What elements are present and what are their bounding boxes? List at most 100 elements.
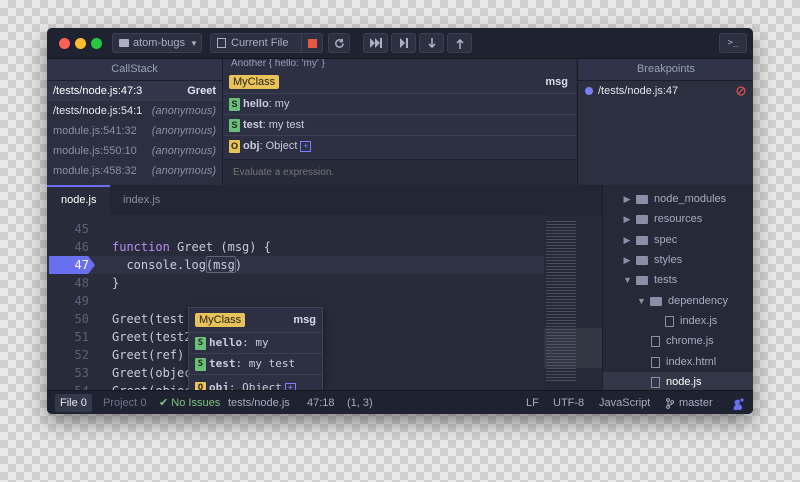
variable-inspector: Another { hello: 'my' } MyClass msg Shel… bbox=[223, 59, 576, 185]
class-badge: MyClass bbox=[195, 313, 246, 327]
cursor-position[interactable]: 47:18 bbox=[307, 391, 335, 414]
run-target-button[interactable]: Current File bbox=[210, 33, 306, 53]
callstack-row[interactable]: module.js:541:32 (anonymous) bbox=[47, 121, 222, 142]
expand-icon[interactable]: + bbox=[300, 140, 312, 152]
chevron-right-icon: ▶ bbox=[623, 255, 631, 265]
property-key: hello bbox=[209, 336, 243, 349]
class-badge: MyClass bbox=[229, 75, 280, 89]
code-editor[interactable]: 45 46 47 48 49 50 51 52 53 54 function G… bbox=[47, 215, 602, 390]
hover-header-row[interactable]: MyClass msg bbox=[189, 308, 322, 333]
property-key: hello bbox=[243, 98, 269, 110]
folder-icon bbox=[636, 255, 648, 265]
line-ending-selector[interactable]: LF bbox=[526, 391, 539, 414]
continue-button[interactable] bbox=[363, 33, 388, 53]
chevron-down-icon: ▼ bbox=[189, 38, 198, 48]
breakpoint-location: /tests/node.js:47 bbox=[598, 85, 679, 97]
string-type-icon: S bbox=[195, 336, 206, 350]
file-path[interactable]: tests/node.js bbox=[228, 391, 290, 414]
code-line: function Greet (msg) { bbox=[112, 238, 271, 256]
minimize-window-button[interactable] bbox=[75, 38, 86, 49]
fast-forward-icon bbox=[369, 38, 382, 48]
string-type-icon: S bbox=[229, 97, 240, 111]
breakpoint-item[interactable]: /tests/node.js:47 bbox=[578, 81, 753, 101]
inspector-property-row[interactable]: Oobj: Object + bbox=[223, 136, 576, 156]
selection-count: (1, 3) bbox=[347, 397, 373, 409]
file-issues-tab[interactable]: File 0 bbox=[55, 394, 92, 412]
line-number: 46 bbox=[74, 240, 89, 254]
step-over-button[interactable] bbox=[391, 33, 416, 53]
tree-label: node.js bbox=[666, 376, 702, 388]
inspector-variable-name: msg bbox=[545, 76, 568, 88]
zoom-window-button[interactable] bbox=[91, 38, 102, 49]
tree-file-node-js-selected[interactable]: node.js bbox=[603, 372, 753, 390]
step-into-button[interactable] bbox=[419, 33, 444, 53]
lint-status[interactable]: ✔ No Issues bbox=[159, 391, 220, 414]
chevron-right-icon: ▶ bbox=[623, 214, 631, 224]
code-line: Greet(ref) bbox=[112, 348, 185, 362]
callstack-row[interactable]: /tests/node.js:47:3 Greet bbox=[47, 81, 222, 102]
tree-folder-styles[interactable]: ▶ styles bbox=[623, 250, 683, 270]
property-key: test bbox=[209, 357, 236, 370]
tree-folder-spec[interactable]: ▶ spec bbox=[623, 230, 678, 250]
encoding-selector[interactable]: UTF-8 bbox=[553, 391, 584, 414]
expand-icon[interactable]: + bbox=[284, 382, 296, 390]
code-line-rest: Greet (msg) { bbox=[177, 240, 271, 254]
line-number: 50 bbox=[74, 312, 89, 326]
hover-popup: MyClass msg Shello: my Stest: my test Oo… bbox=[188, 307, 323, 390]
git-branch-icon bbox=[666, 397, 675, 409]
expression-input[interactable] bbox=[223, 159, 576, 185]
tab-node-js[interactable]: node.js bbox=[47, 185, 111, 215]
tree-folder-dependency[interactable]: ▼ dependency bbox=[637, 291, 728, 311]
selection-highlight bbox=[206, 256, 236, 273]
restart-button[interactable] bbox=[328, 33, 350, 53]
property-value: my bbox=[274, 98, 290, 110]
tree-file-index-html[interactable]: index.html bbox=[651, 352, 716, 372]
squirrel-icon[interactable] bbox=[731, 396, 745, 410]
tree-label: node_modules bbox=[654, 193, 727, 205]
project-issues-tab[interactable]: Project 0 bbox=[103, 391, 146, 414]
git-branch[interactable]: master bbox=[666, 391, 713, 414]
tree-file-index-js[interactable]: index.js bbox=[665, 311, 717, 331]
hover-property-row[interactable]: Stest: my test bbox=[189, 354, 322, 375]
inspector-property-row[interactable]: Stest: my test bbox=[223, 115, 576, 136]
project-tab-label: Project bbox=[103, 397, 138, 409]
inspector-header-row[interactable]: MyClass msg bbox=[223, 71, 576, 94]
tree-folder-tests[interactable]: ▼ tests bbox=[623, 270, 677, 290]
hover-property-row[interactable]: Shello: my bbox=[189, 333, 322, 354]
grammar-selector[interactable]: JavaScript bbox=[599, 391, 650, 414]
tree-label: tests bbox=[654, 274, 678, 286]
file-icon bbox=[665, 315, 674, 327]
step-out-button[interactable] bbox=[447, 33, 472, 53]
callstack-function: (anonymous) bbox=[151, 165, 216, 177]
callstack-location: module.js:550:10 bbox=[53, 145, 137, 157]
project-icon bbox=[119, 39, 129, 47]
tree-folder-node-modules[interactable]: ▶ node_modules bbox=[623, 189, 727, 209]
stop-button[interactable] bbox=[301, 33, 323, 53]
tree-file-chrome-js[interactable]: chrome.js bbox=[651, 331, 714, 351]
minimap[interactable] bbox=[544, 215, 602, 390]
callstack-row[interactable]: module.js:550:10 (anonymous) bbox=[47, 141, 222, 162]
hover-variable-name: msg bbox=[293, 314, 316, 326]
callstack-function: (anonymous) bbox=[151, 125, 216, 137]
callstack-location: /tests/node.js:54:1 bbox=[53, 105, 143, 117]
inspector-truncated-line: Another { hello: 'my' } bbox=[231, 59, 325, 69]
run-target-label: Current File bbox=[231, 37, 289, 49]
terminal-button[interactable]: >_ bbox=[719, 33, 747, 53]
breakpoints-header: Breakpoints bbox=[577, 59, 753, 81]
editor-window: atom-bugs ▼ Current File >_ CallStack /t… bbox=[47, 28, 753, 414]
hover-property-row[interactable]: Oobj: Object + bbox=[189, 378, 322, 390]
remove-breakpoint-icon[interactable] bbox=[736, 86, 746, 96]
close-window-button[interactable] bbox=[59, 38, 70, 49]
project-selector[interactable]: atom-bugs ▼ bbox=[112, 33, 202, 53]
terminal-icon: >_ bbox=[727, 38, 739, 48]
tree-folder-resources[interactable]: ▶ resources bbox=[623, 209, 703, 229]
breakpoint-dot-icon bbox=[585, 87, 593, 95]
callstack-row[interactable]: module.js:458:32 (anonymous) bbox=[47, 161, 222, 181]
inspector-property-row[interactable]: Shello: my bbox=[223, 94, 576, 115]
property-value: Object bbox=[265, 140, 298, 152]
callstack-row[interactable]: /tests/node.js:54:1 (anonymous) bbox=[47, 101, 222, 122]
tree-label: index.html bbox=[666, 356, 717, 368]
tab-index-js[interactable]: index.js bbox=[109, 185, 174, 215]
arrow-down-icon bbox=[427, 37, 436, 48]
minimap-code bbox=[546, 221, 576, 381]
